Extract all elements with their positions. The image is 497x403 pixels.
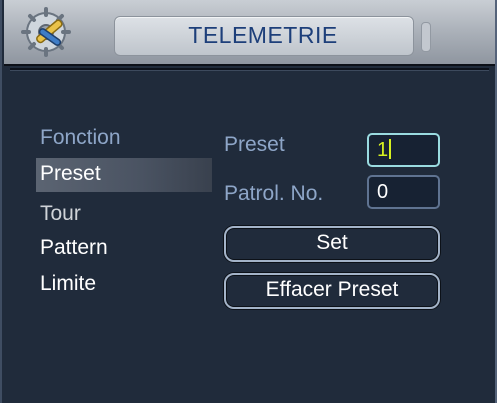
menu-item-tour[interactable]: Tour: [40, 200, 81, 228]
menu-item-pattern[interactable]: Pattern: [40, 234, 108, 262]
preset-label: Preset: [224, 133, 285, 156]
title-bar: TELEMETRIE: [4, 0, 495, 66]
preset-input[interactable]: 1: [367, 133, 440, 167]
dialog-title: TELEMETRIE: [188, 22, 338, 48]
gear-tools-icon: [21, 7, 71, 57]
menu-item-preset[interactable]: Preset: [40, 160, 101, 188]
title-separator: [10, 68, 489, 71]
preset-value: 1: [377, 139, 389, 161]
text-caret: [389, 139, 392, 159]
clear-preset-button[interactable]: Effacer Preset: [224, 273, 440, 309]
set-button[interactable]: Set: [224, 226, 440, 262]
title-bar-cap: [421, 22, 431, 52]
menu-item-limite[interactable]: Limite: [40, 270, 96, 298]
patrol-number-label: Patrol. No.: [224, 182, 324, 205]
patrol-number-value: 0: [377, 181, 389, 203]
patrol-number-input[interactable]: 0: [367, 175, 440, 209]
menu-heading-fonction: Fonction: [40, 126, 121, 149]
telemetry-dialog: TELEMETRIE Fonction Preset Tour Pattern …: [0, 0, 497, 403]
